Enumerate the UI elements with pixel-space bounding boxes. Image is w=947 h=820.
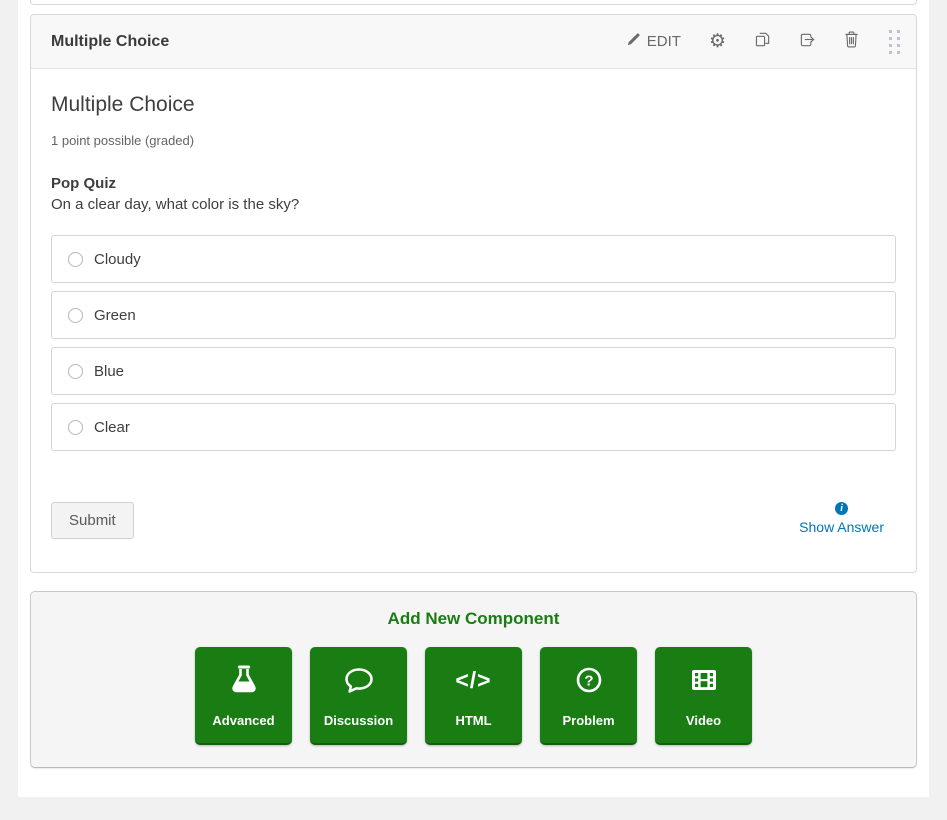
add-button-label: Discussion <box>324 713 393 728</box>
component-actions: EDIT ⚙ <box>626 28 902 56</box>
pencil-icon <box>626 32 641 51</box>
move-icon <box>799 31 816 52</box>
edit-button-label: EDIT <box>647 33 681 50</box>
problem-progress: 1 point possible (graded) <box>51 133 896 148</box>
gear-icon: ⚙ <box>709 33 726 50</box>
duplicate-icon <box>754 31 771 52</box>
problem-action-row: Submit i Show Answer <box>51 502 896 539</box>
add-discussion-button[interactable]: Discussion <box>310 647 407 745</box>
choice-label: Green <box>94 307 136 324</box>
drag-handle[interactable] <box>887 28 902 56</box>
choice-option-clear[interactable]: Clear <box>51 403 896 451</box>
radio-button[interactable] <box>68 420 83 435</box>
speech-bubble-icon <box>341 647 377 713</box>
radio-button[interactable] <box>68 364 83 379</box>
svg-text:?: ? <box>584 673 593 690</box>
problem-title: Multiple Choice <box>51 93 896 117</box>
component-title: Multiple Choice <box>51 33 626 51</box>
add-button-label: HTML <box>455 713 491 728</box>
choice-label: Blue <box>94 363 124 380</box>
flask-icon <box>226 647 262 713</box>
component-header: Multiple Choice EDIT ⚙ <box>31 15 916 69</box>
radio-button[interactable] <box>68 308 83 323</box>
add-html-button[interactable]: </> HTML <box>425 647 522 745</box>
radio-button[interactable] <box>68 252 83 267</box>
film-icon <box>686 647 722 713</box>
previous-component-edge <box>30 0 917 5</box>
submit-button[interactable]: Submit <box>51 502 134 539</box>
content-column: Multiple Choice EDIT ⚙ <box>18 0 929 797</box>
choice-label: Cloudy <box>94 251 141 268</box>
code-icon: </> <box>455 647 491 713</box>
move-button[interactable] <box>799 31 816 52</box>
info-icon: i <box>835 502 848 515</box>
add-video-button[interactable]: Video <box>655 647 752 745</box>
question-text: On a clear day, what color is the sky? <box>51 196 896 213</box>
question-circle-icon: ? <box>571 647 607 713</box>
multiple-choice-component: Multiple Choice EDIT ⚙ <box>30 14 917 573</box>
add-component-buttons: Advanced Discussion </> HTML <box>31 647 916 745</box>
choice-option-blue[interactable]: Blue <box>51 347 896 395</box>
choice-list: Cloudy Green Blue Clear <box>51 235 896 451</box>
trash-icon <box>844 31 859 52</box>
choice-option-cloudy[interactable]: Cloudy <box>51 235 896 283</box>
add-new-component-panel: Add New Component Advanced <box>30 591 917 768</box>
problem-body: Multiple Choice 1 point possible (graded… <box>31 69 916 572</box>
add-new-component-title: Add New Component <box>31 609 916 629</box>
delete-button[interactable] <box>844 31 859 52</box>
add-problem-button[interactable]: ? Problem <box>540 647 637 745</box>
add-advanced-button[interactable]: Advanced <box>195 647 292 745</box>
edit-button[interactable]: EDIT <box>626 32 681 51</box>
duplicate-button[interactable] <box>754 31 771 52</box>
add-button-label: Problem <box>562 713 614 728</box>
add-button-label: Video <box>686 713 721 728</box>
settings-button[interactable]: ⚙ <box>709 33 726 50</box>
question-title: Pop Quiz <box>51 175 896 192</box>
show-answer-label: Show Answer <box>799 519 884 535</box>
choice-option-green[interactable]: Green <box>51 291 896 339</box>
choice-label: Clear <box>94 419 130 436</box>
add-button-label: Advanced <box>212 713 274 728</box>
show-answer-link[interactable]: i Show Answer <box>799 502 884 535</box>
